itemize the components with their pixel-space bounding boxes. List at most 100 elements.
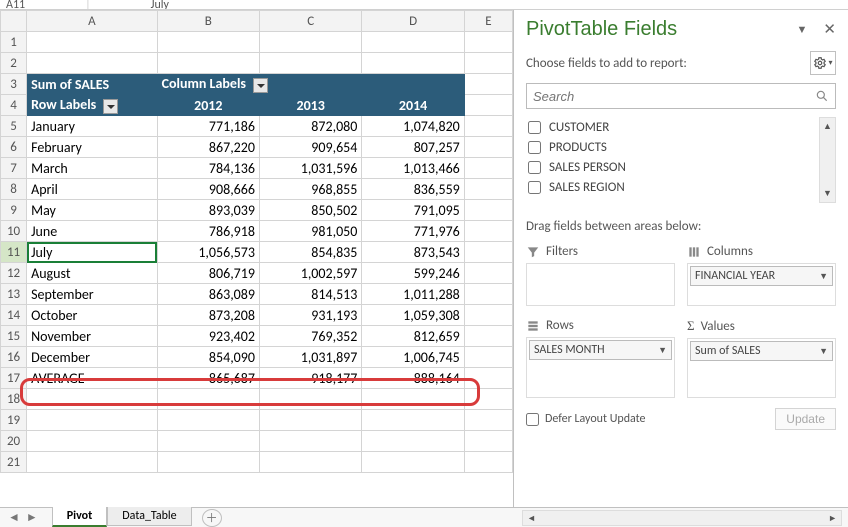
- select-all-corner[interactable]: [1, 11, 27, 32]
- col-header-E[interactable]: E: [464, 11, 512, 32]
- sheet-tab-pivot[interactable]: Pivot: [52, 507, 108, 527]
- column-labels-dropdown[interactable]: [253, 78, 268, 93]
- value-cell[interactable]: 863,089: [157, 284, 259, 305]
- row-header[interactable]: 10: [1, 221, 27, 242]
- pivot-row-labels[interactable]: Row Labels: [27, 95, 158, 116]
- worksheet-grid[interactable]: A B C D E 1 2 3 Sum of SALES Column Labe…: [0, 10, 513, 507]
- field-item[interactable]: PRODUCTS: [526, 137, 836, 157]
- pane-close-icon[interactable]: ✕: [823, 20, 836, 39]
- col-header-B[interactable]: B: [157, 11, 259, 32]
- year-header[interactable]: 2013: [259, 95, 361, 116]
- month-cell[interactable]: February: [27, 137, 158, 158]
- pane-tools-button[interactable]: ▾: [810, 51, 836, 75]
- value-cell[interactable]: 873,208: [157, 305, 259, 326]
- row-header[interactable]: 14: [1, 305, 27, 326]
- value-cell[interactable]: 909,654: [259, 137, 361, 158]
- value-cell[interactable]: 1,074,820: [362, 116, 464, 137]
- field-checkbox[interactable]: [528, 181, 541, 194]
- value-cell[interactable]: 908,666: [157, 179, 259, 200]
- prev-sheet-icon[interactable]: ◄: [8, 510, 20, 525]
- value-cell[interactable]: 873,543: [362, 242, 464, 263]
- field-list-scrollbar[interactable]: ▲ ▼: [819, 117, 836, 203]
- value-cell[interactable]: 791,095: [362, 200, 464, 221]
- value-cell[interactable]: 771,186: [157, 116, 259, 137]
- row-header[interactable]: 15: [1, 326, 27, 347]
- value-cell[interactable]: 771,976: [362, 221, 464, 242]
- filters-area[interactable]: Filters: [526, 244, 675, 306]
- col-header-C[interactable]: C: [259, 11, 361, 32]
- row-header[interactable]: 7: [1, 158, 27, 179]
- row-header[interactable]: 2: [1, 53, 27, 74]
- rows-area[interactable]: Rows SALES MONTH▼: [526, 318, 675, 398]
- year-header[interactable]: 2014: [362, 95, 464, 116]
- value-cell[interactable]: 769,352: [259, 326, 361, 347]
- month-cell[interactable]: April: [27, 179, 158, 200]
- row-header[interactable]: 1: [1, 32, 27, 53]
- pane-dropdown-icon[interactable]: ▼: [797, 23, 808, 36]
- value-cell[interactable]: 812,659: [362, 326, 464, 347]
- month-cell[interactable]: May: [27, 200, 158, 221]
- row-header[interactable]: 17: [1, 368, 27, 389]
- columns-area[interactable]: Columns FINANCIAL YEAR▼: [687, 244, 836, 306]
- row-header[interactable]: 12: [1, 263, 27, 284]
- row-header[interactable]: 5: [1, 116, 27, 137]
- formula-preview[interactable]: July: [151, 0, 169, 10]
- col-header-D[interactable]: D: [362, 11, 464, 32]
- horizontal-scrollbar[interactable]: [522, 510, 842, 526]
- pivot-sum-label[interactable]: Sum of SALES: [27, 74, 158, 95]
- scroll-down-icon[interactable]: ▼: [820, 185, 835, 202]
- value-cell[interactable]: 1,013,466: [362, 158, 464, 179]
- row-header[interactable]: 18: [1, 389, 27, 410]
- value-cell[interactable]: 1,002,597: [259, 263, 361, 284]
- row-header[interactable]: 4: [1, 95, 27, 116]
- value-cell[interactable]: 1,031,897: [259, 347, 361, 368]
- value-cell[interactable]: 1,056,573: [157, 242, 259, 263]
- col-header-A[interactable]: A: [27, 11, 158, 32]
- update-button[interactable]: Update: [775, 408, 836, 430]
- month-cell[interactable]: August: [27, 263, 158, 284]
- field-item[interactable]: SALES PERSON: [526, 157, 836, 177]
- name-box[interactable]: A11: [6, 0, 25, 10]
- month-cell[interactable]: September: [27, 284, 158, 305]
- month-cell[interactable]: October: [27, 305, 158, 326]
- search-input[interactable]: [533, 89, 815, 104]
- value-cell[interactable]: 931,193: [259, 305, 361, 326]
- month-cell[interactable]: June: [27, 221, 158, 242]
- value-cell[interactable]: 784,136: [157, 158, 259, 179]
- row-header[interactable]: 21: [1, 452, 27, 473]
- value-cell[interactable]: 854,090: [157, 347, 259, 368]
- total-cell[interactable]: 888,164: [362, 368, 464, 389]
- values-area[interactable]: ΣValues Sum of SALES▼: [687, 318, 836, 398]
- month-cell[interactable]: January: [27, 116, 158, 137]
- rows-chip[interactable]: SALES MONTH▼: [529, 340, 672, 360]
- row-header[interactable]: 8: [1, 179, 27, 200]
- value-cell[interactable]: 850,502: [259, 200, 361, 221]
- field-list[interactable]: CUSTOMER PRODUCTS SALES PERSON SALES REG…: [526, 117, 836, 203]
- field-checkbox[interactable]: [528, 121, 541, 134]
- value-cell[interactable]: 867,220: [157, 137, 259, 158]
- value-cell[interactable]: 1,011,288: [362, 284, 464, 305]
- row-header[interactable]: 3: [1, 74, 27, 95]
- row-header[interactable]: 20: [1, 431, 27, 452]
- tab-nav[interactable]: ◄ ►: [8, 510, 38, 525]
- defer-checkbox[interactable]: [526, 413, 539, 426]
- row-header[interactable]: 6: [1, 137, 27, 158]
- value-cell[interactable]: 814,513: [259, 284, 361, 305]
- row-header[interactable]: 11: [1, 242, 27, 263]
- value-cell[interactable]: 786,918: [157, 221, 259, 242]
- grand-total-label[interactable]: AVERAGE: [27, 368, 158, 389]
- value-cell[interactable]: 968,855: [259, 179, 361, 200]
- row-header[interactable]: 19: [1, 410, 27, 431]
- value-cell[interactable]: 923,402: [157, 326, 259, 347]
- value-cell[interactable]: 872,080: [259, 116, 361, 137]
- value-cell[interactable]: 806,719: [157, 263, 259, 284]
- value-cell[interactable]: 1,031,596: [259, 158, 361, 179]
- field-checkbox[interactable]: [528, 141, 541, 154]
- total-cell[interactable]: 865,687: [157, 368, 259, 389]
- columns-chip[interactable]: FINANCIAL YEAR▼: [690, 266, 833, 286]
- next-sheet-icon[interactable]: ►: [26, 510, 38, 525]
- values-chip[interactable]: Sum of SALES▼: [690, 341, 833, 361]
- sheet-tab-data-table[interactable]: Data_Table: [107, 507, 191, 526]
- total-cell[interactable]: 918,177: [259, 368, 361, 389]
- field-search-box[interactable]: [526, 83, 836, 109]
